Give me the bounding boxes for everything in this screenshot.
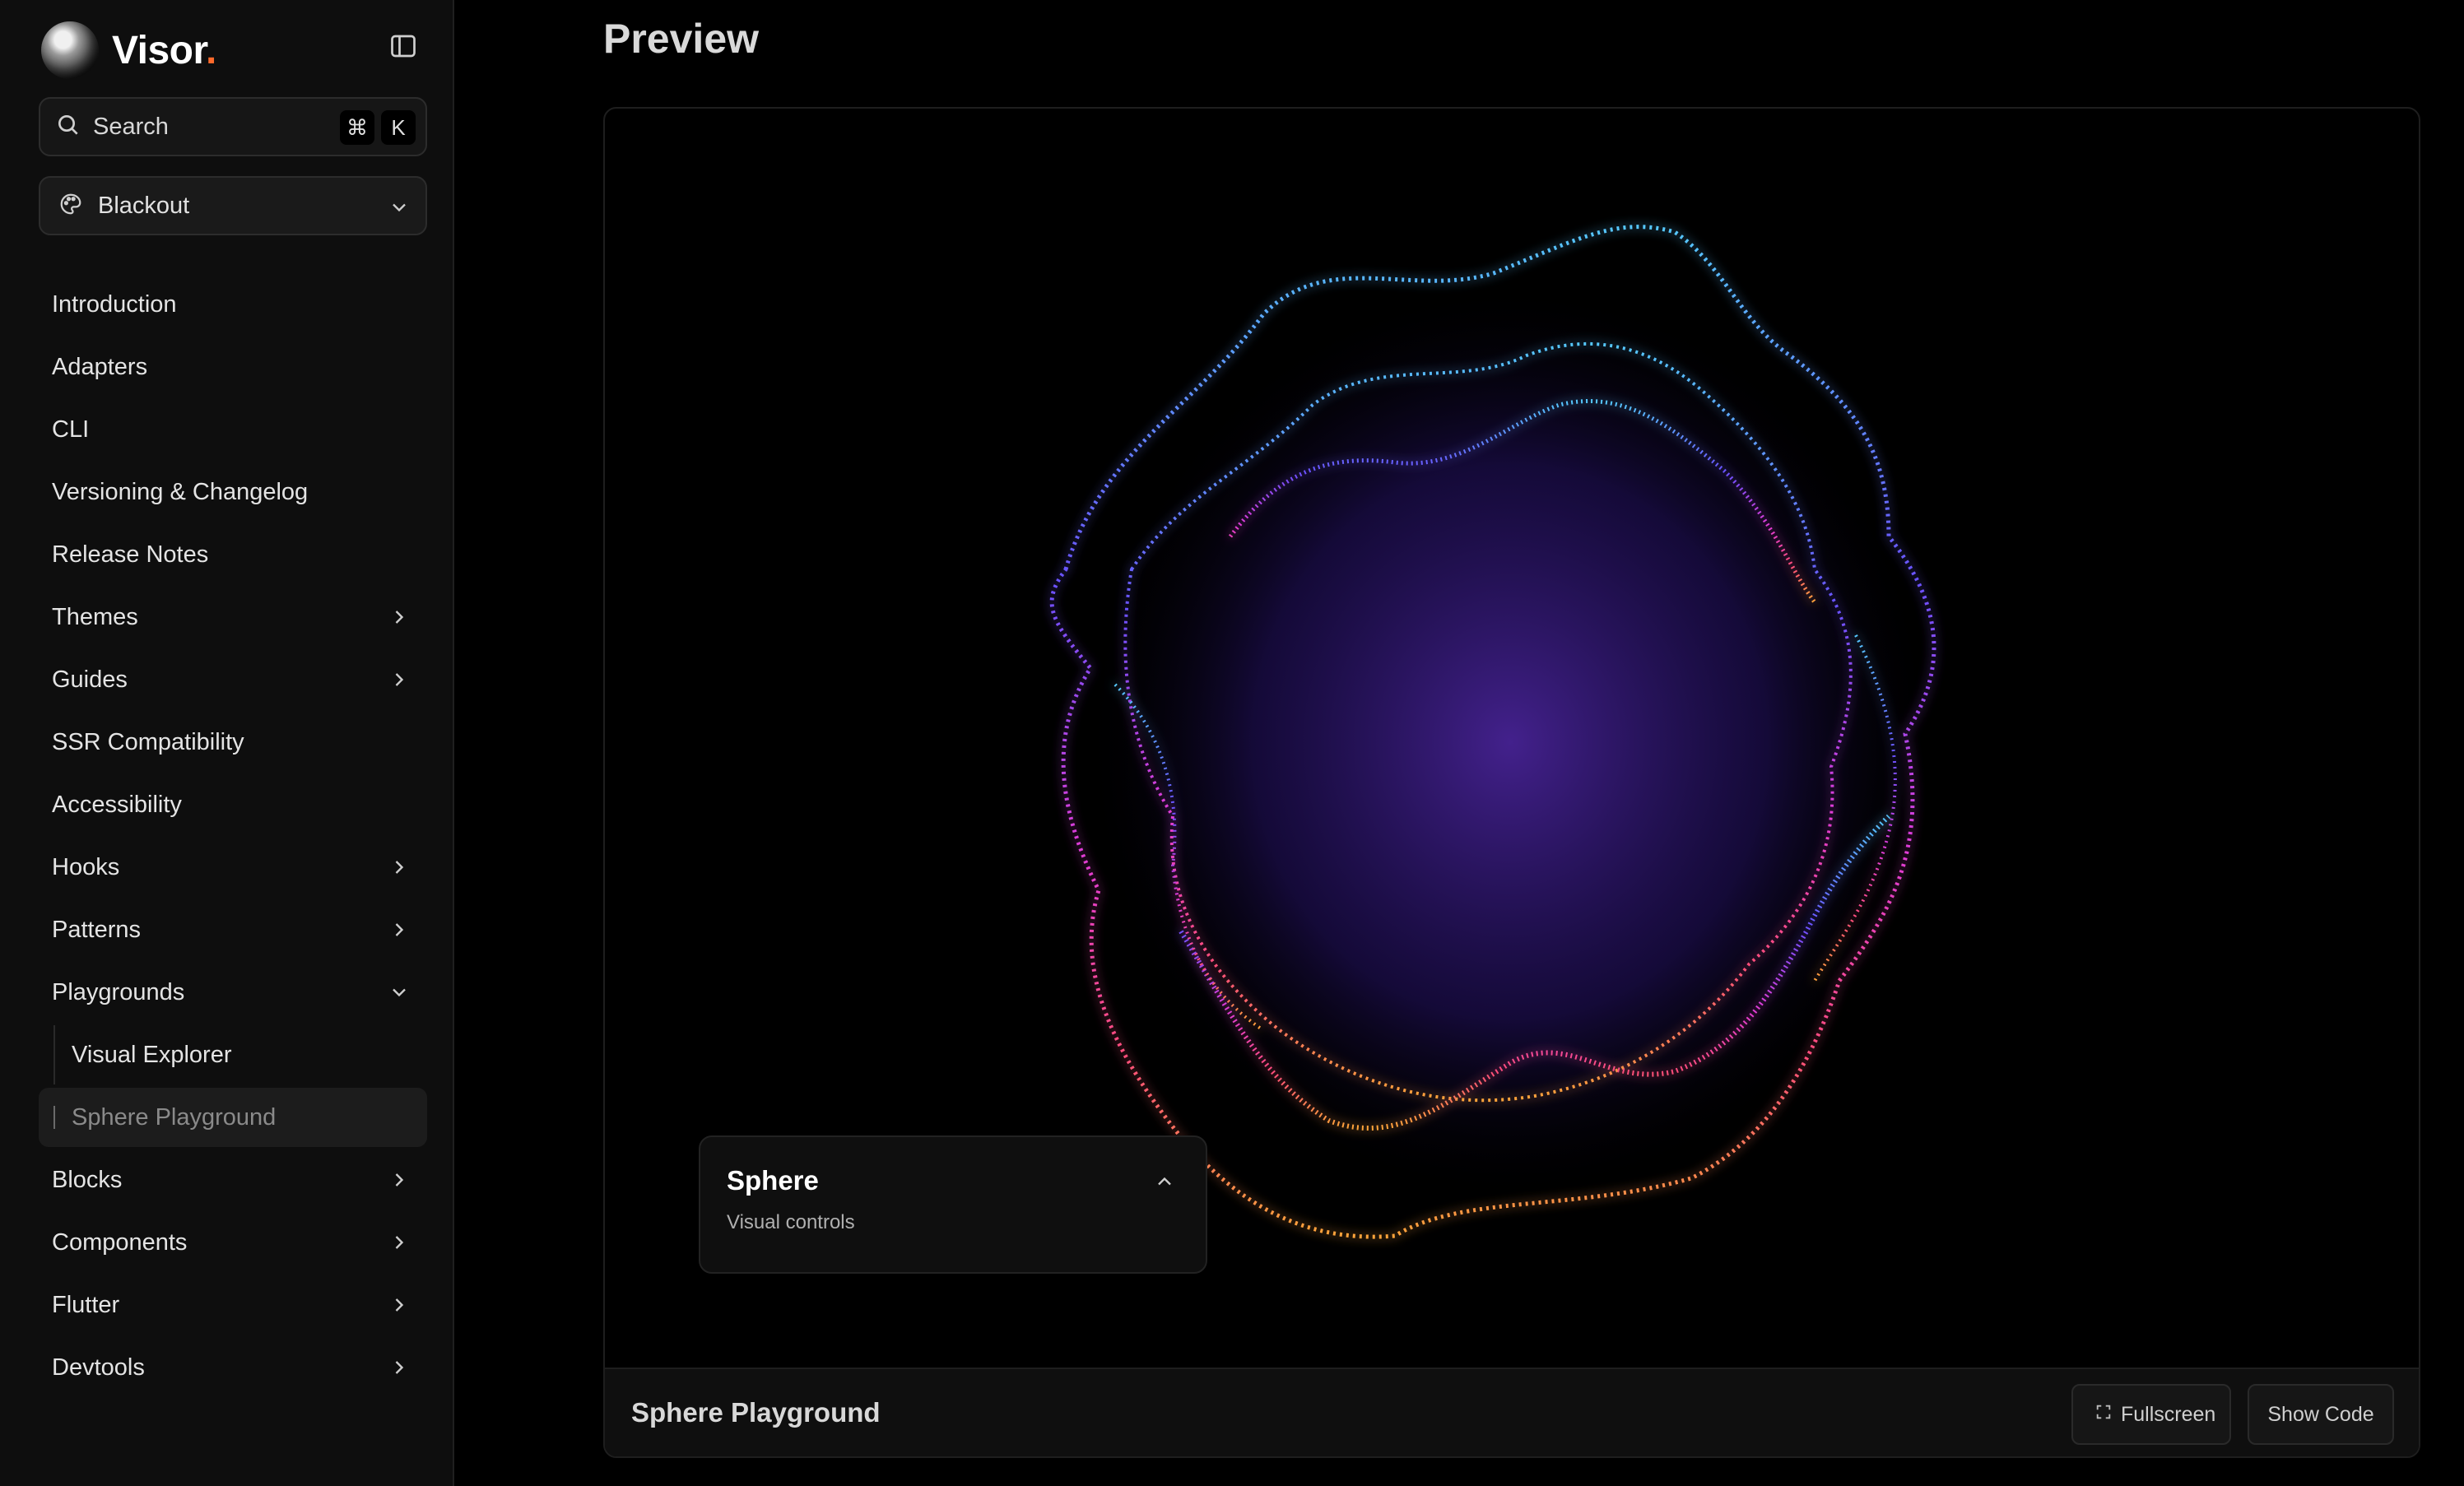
sidebar-item-label: Guides — [52, 666, 128, 693]
sidebar-item-label: Blocks — [52, 1166, 123, 1193]
sidebar-item-label: Hooks — [52, 853, 120, 880]
chevron-down-icon — [388, 196, 411, 223]
sidebar-item-components[interactable]: Components — [39, 1213, 427, 1272]
sidebar: Visor. Search ⌘ K Blackout Introduction … — [0, 0, 454, 1486]
shortcut-cmd-key: ⌘ — [340, 110, 374, 145]
chevron-right-icon — [388, 918, 411, 948]
preview-footer: Sphere Playground Fullscreen Show Code — [605, 1368, 2419, 1456]
sidebar-item-label: Devtools — [52, 1354, 145, 1381]
chevron-up-icon[interactable] — [1153, 1170, 1176, 1197]
search-icon — [55, 112, 81, 142]
search-placeholder: Search — [93, 113, 169, 140]
search-input[interactable]: Search ⌘ K — [39, 97, 427, 156]
fullscreen-label: Fullscreen — [2121, 1402, 2216, 1426]
sidebar-item-label: Patterns — [52, 916, 141, 943]
sidebar-item-accessibility[interactable]: Accessibility — [39, 775, 427, 834]
chevron-right-icon — [388, 606, 411, 635]
sidebar-item-cli[interactable]: CLI — [39, 400, 427, 459]
chevron-right-icon — [388, 856, 411, 885]
sidebar-item-label: Release Notes — [52, 541, 209, 568]
sidebar-item-sphere-playground[interactable]: Sphere Playground — [39, 1088, 427, 1147]
sidebar-item-ssr-compatibility[interactable]: SSR Compatibility — [39, 713, 427, 772]
brand-name: Visor. — [112, 28, 216, 72]
sidebar-item-label: Versioning & Changelog — [52, 478, 309, 505]
show-code-label: Show Code — [2267, 1402, 2374, 1426]
sidebar-item-guides[interactable]: Guides — [39, 650, 427, 709]
logo-icon — [41, 21, 99, 79]
sidebar-item-patterns[interactable]: Patterns — [39, 900, 427, 959]
sidebar-item-label: CLI — [52, 416, 90, 443]
controls-subtitle: Visual controls — [727, 1211, 855, 1233]
preview-panel: Sphere Visual controls Sphere Playground… — [603, 107, 2420, 1458]
sidebar-item-label: Sphere Playground — [72, 1103, 277, 1131]
sidebar-item-label: Playgrounds — [52, 978, 185, 1005]
controls-title: Sphere — [727, 1165, 819, 1196]
sidebar-item-label: Themes — [52, 603, 138, 630]
sidebar-item-themes[interactable]: Themes — [39, 587, 427, 647]
chevron-down-icon — [388, 981, 411, 1010]
sidebar-toggle-icon[interactable] — [387, 31, 420, 61]
sidebar-item-adapters[interactable]: Adapters — [39, 337, 427, 397]
sidebar-item-blocks[interactable]: Blocks — [39, 1150, 427, 1210]
palette-icon — [58, 192, 83, 221]
sidebar-item-versioning[interactable]: Versioning & Changelog — [39, 462, 427, 522]
chevron-right-icon — [388, 1168, 411, 1198]
expand-icon — [2094, 1403, 2121, 1427]
sidebar-item-label: Accessibility — [52, 791, 182, 818]
sidebar-item-label: Flutter — [52, 1291, 120, 1318]
sphere-controls-panel: Sphere Visual controls — [699, 1135, 1207, 1274]
sidebar-item-devtools[interactable]: Devtools — [39, 1338, 427, 1397]
sidebar-item-label: SSR Compatibility — [52, 728, 244, 755]
sidebar-item-visual-explorer[interactable]: Visual Explorer — [39, 1025, 427, 1084]
sidebar-item-flutter[interactable]: Flutter — [39, 1275, 427, 1335]
sidebar-item-hooks[interactable]: Hooks — [39, 838, 427, 897]
chevron-right-icon — [388, 1356, 411, 1386]
page-title: Preview — [603, 16, 760, 62]
sidebar-item-playgrounds[interactable]: Playgrounds — [39, 963, 427, 1022]
shortcut-k-key: K — [381, 110, 416, 145]
sidebar-item-label: Visual Explorer — [72, 1041, 232, 1068]
sidebar-item-introduction[interactable]: Introduction — [39, 275, 427, 334]
sidebar-item-label: Adapters — [52, 353, 148, 380]
chevron-right-icon — [388, 1231, 411, 1261]
sidebar-item-release-notes[interactable]: Release Notes — [39, 525, 427, 584]
fullscreen-button[interactable]: Fullscreen — [2071, 1384, 2231, 1445]
theme-select[interactable]: Blackout — [39, 176, 427, 235]
sidebar-item-label: Components — [52, 1228, 188, 1256]
sidebar-item-label: Introduction — [52, 290, 177, 318]
show-code-button[interactable]: Show Code — [2248, 1384, 2394, 1445]
chevron-right-icon — [388, 1293, 411, 1323]
theme-select-value: Blackout — [98, 192, 190, 219]
brand[interactable]: Visor. — [41, 21, 216, 79]
chevron-right-icon — [388, 668, 411, 698]
preview-title: Sphere Playground — [631, 1397, 881, 1428]
